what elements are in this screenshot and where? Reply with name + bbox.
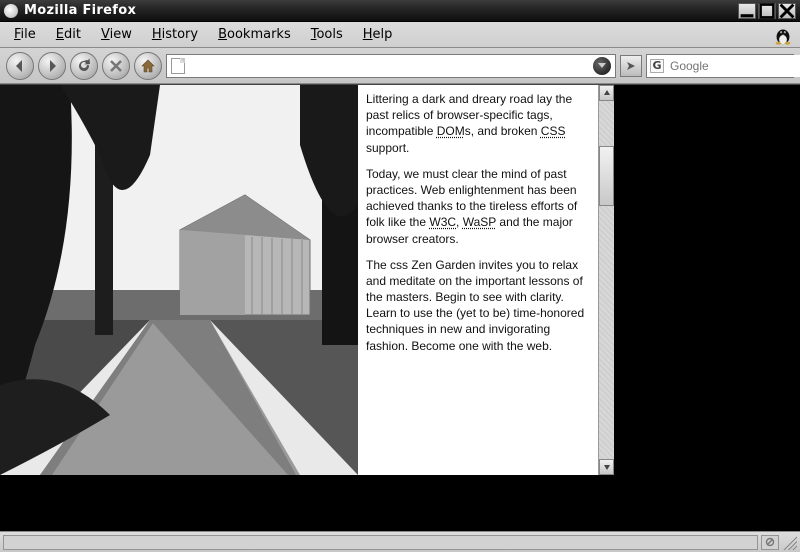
paragraph-3: The css Zen Garden invites you to relax … bbox=[366, 257, 588, 354]
abbr-dom: DOM bbox=[437, 124, 465, 138]
resize-grip-icon[interactable] bbox=[782, 535, 797, 550]
status-bar bbox=[0, 531, 800, 552]
menu-bookmarks[interactable]: Bookmarks bbox=[210, 25, 299, 44]
navigation-toolbar: G bbox=[0, 48, 800, 84]
firefox-app-icon bbox=[4, 4, 18, 18]
menu-tools[interactable]: Tools bbox=[303, 25, 351, 44]
search-bar[interactable]: G bbox=[646, 54, 794, 78]
scroll-down-button[interactable] bbox=[599, 459, 614, 475]
status-security-icon[interactable] bbox=[761, 535, 779, 550]
stop-button[interactable] bbox=[102, 52, 130, 80]
scroll-up-button[interactable] bbox=[599, 85, 614, 101]
go-button[interactable] bbox=[620, 55, 642, 77]
hero-image bbox=[0, 85, 358, 475]
text: s, and broken bbox=[465, 124, 541, 138]
home-button[interactable] bbox=[134, 52, 162, 80]
close-button[interactable] bbox=[778, 3, 796, 19]
menu-history[interactable]: History bbox=[144, 25, 206, 44]
text: , bbox=[456, 215, 463, 229]
status-text-panel bbox=[3, 535, 758, 550]
forward-button[interactable] bbox=[38, 52, 66, 80]
menu-help[interactable]: Help bbox=[355, 25, 401, 44]
window-titlebar: Mozilla Firefox bbox=[0, 0, 800, 22]
scroll-thumb[interactable] bbox=[599, 146, 614, 206]
menu-bar: File Edit View History Bookmarks Tools H… bbox=[0, 22, 800, 48]
minimize-button[interactable] bbox=[738, 3, 756, 19]
url-input[interactable] bbox=[189, 55, 589, 77]
text: support. bbox=[366, 141, 409, 155]
paragraph-1: Littering a dark and dreary road lay the… bbox=[366, 91, 588, 156]
abbr-css: CSS bbox=[541, 124, 566, 138]
paragraph-2: Today, we must clear the mind of past pr… bbox=[366, 166, 588, 247]
abbr-w3c: W3C bbox=[429, 215, 456, 229]
menu-file[interactable]: File bbox=[6, 25, 44, 44]
menu-view[interactable]: View bbox=[93, 25, 140, 44]
article-text: Littering a dark and dreary road lay the… bbox=[358, 85, 598, 475]
browser-viewport: Littering a dark and dreary road lay the… bbox=[0, 84, 800, 531]
menu-edit[interactable]: Edit bbox=[48, 25, 89, 44]
vertical-scrollbar[interactable] bbox=[598, 85, 614, 475]
window-title: Mozilla Firefox bbox=[24, 3, 738, 18]
url-bar[interactable] bbox=[166, 54, 616, 78]
maximize-button[interactable] bbox=[758, 3, 776, 19]
search-input[interactable] bbox=[670, 55, 800, 77]
page-icon bbox=[171, 58, 185, 74]
back-button[interactable] bbox=[6, 52, 34, 80]
rendered-page: Littering a dark and dreary road lay the… bbox=[0, 85, 614, 475]
search-engine-icon[interactable]: G bbox=[650, 59, 664, 73]
url-dropdown-icon[interactable] bbox=[593, 57, 611, 75]
reload-button[interactable] bbox=[70, 52, 98, 80]
scroll-track[interactable] bbox=[599, 101, 614, 459]
abbr-wasp: WaSP bbox=[463, 215, 496, 229]
tux-icon bbox=[772, 24, 794, 46]
